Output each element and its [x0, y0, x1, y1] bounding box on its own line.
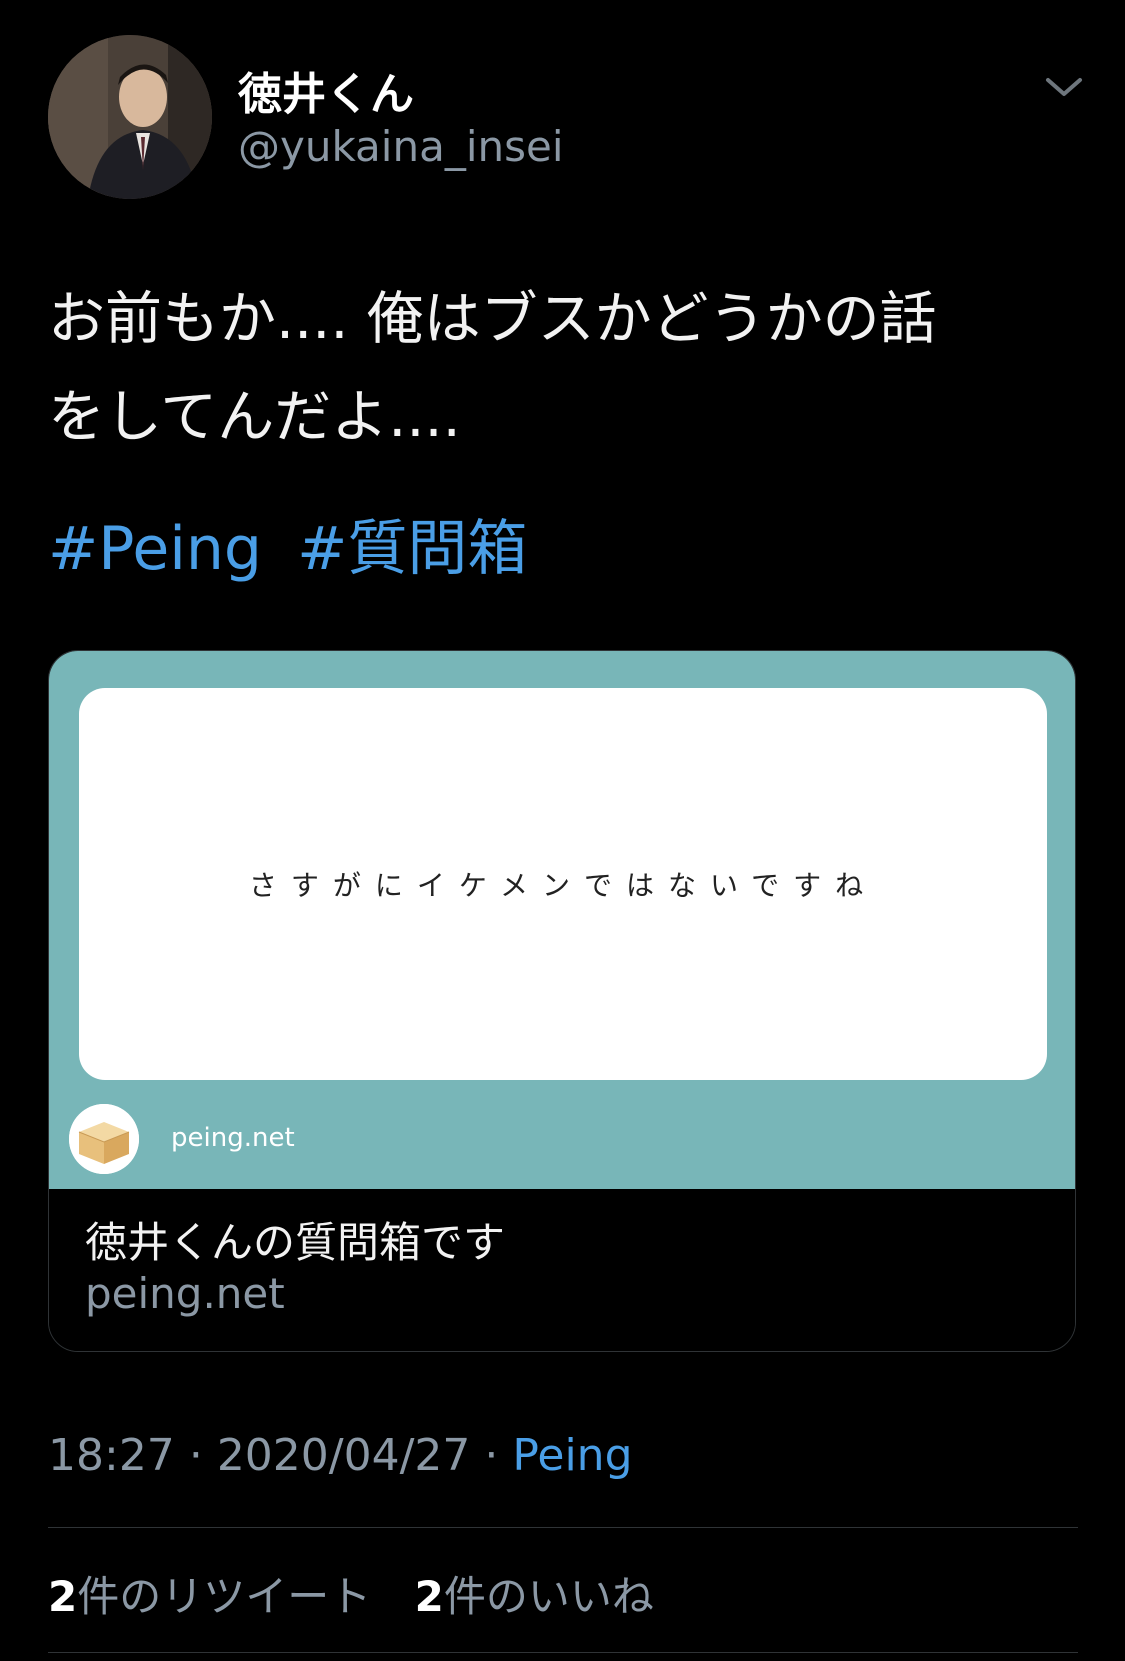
chevron-down-icon[interactable]: [1042, 72, 1086, 102]
user-handle[interactable]: @yukaina_insei: [238, 122, 564, 171]
card-image[interactable]: さすがにイケメンではないですね peing.net: [49, 651, 1075, 1189]
display-name[interactable]: 徳井くん: [238, 58, 414, 122]
retweets-count: 2: [48, 1572, 78, 1621]
meta-separator: ·: [484, 1430, 499, 1481]
question-text: さすがにイケメンではないですね: [248, 869, 878, 902]
link-card[interactable]: さすがにイケメンではないですね peing.net 徳井くんの質問箱です pei…: [48, 650, 1076, 1352]
card-brand-label: peing.net: [171, 1123, 295, 1153]
likes-count: 2: [414, 1572, 444, 1621]
tweet-text-line: お前もか.... 俺はブスかどうかの話: [48, 286, 937, 352]
tweet-text-line: をしてんだよ....: [48, 384, 461, 450]
hashtags: #Peing #質問箱: [48, 500, 543, 587]
tweet-time[interactable]: 18:27: [48, 1430, 175, 1481]
divider: [48, 1527, 1078, 1528]
meta-separator: ·: [188, 1430, 203, 1481]
likes-label: 件のいいね: [443, 1572, 654, 1621]
retweets-stat[interactable]: 2件のリツイート: [48, 1572, 371, 1621]
tweet-text: お前もか.... 俺はブスかどうかの話 をしてんだよ....: [48, 270, 1088, 466]
card-title: 徳井くんの質問箱です: [85, 1218, 506, 1267]
divider: [48, 1652, 1078, 1653]
retweets-label: 件のリツイート: [77, 1572, 372, 1621]
hashtag-link[interactable]: #質問箱: [297, 514, 527, 584]
tweet-source-link[interactable]: Peing: [512, 1430, 632, 1481]
tweet-meta: 18:27 · 2020/04/27 · Peing: [48, 1430, 633, 1481]
card-domain: peing.net: [85, 1269, 285, 1318]
cardboard-box-icon: [69, 1104, 139, 1174]
tweet-date[interactable]: 2020/04/27: [217, 1430, 471, 1481]
hashtag-link[interactable]: #Peing: [48, 514, 262, 584]
card-footer[interactable]: 徳井くんの質問箱です peing.net: [49, 1189, 1075, 1351]
avatar[interactable]: [48, 35, 212, 199]
likes-stat[interactable]: 2件のいいね: [415, 1572, 654, 1621]
tweet-stats: 2件のリツイート 2件のいいね: [48, 1563, 684, 1624]
question-box: さすがにイケメンではないですね: [79, 688, 1047, 1080]
